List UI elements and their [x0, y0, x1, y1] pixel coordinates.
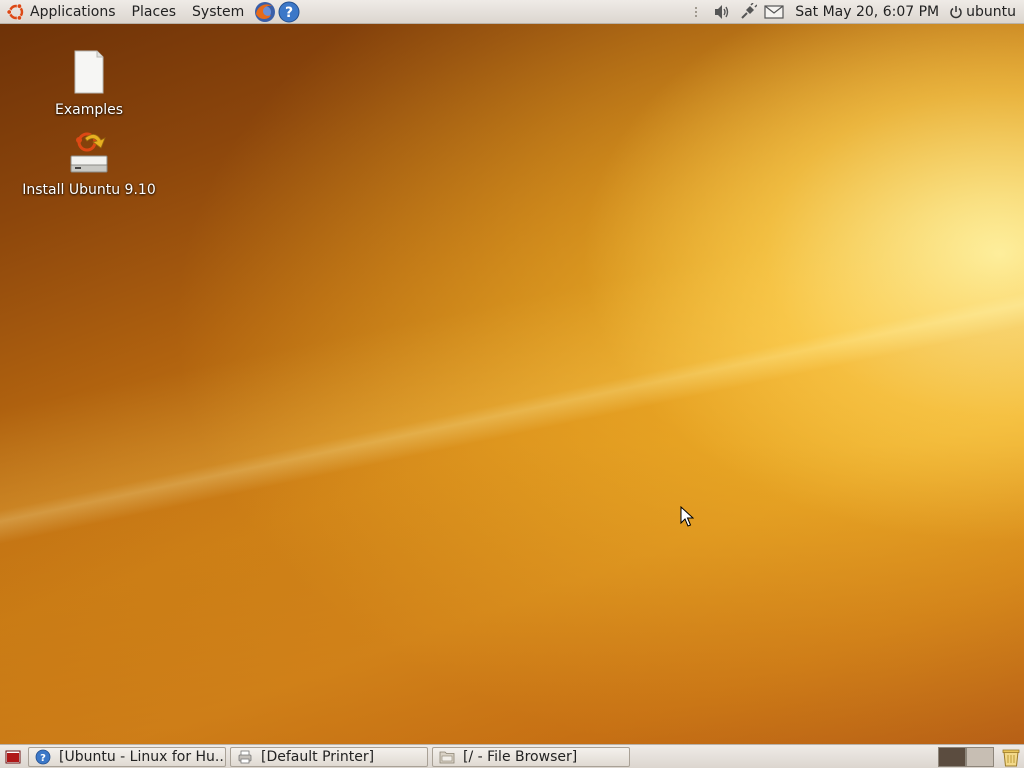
places-menu[interactable]: Places [124, 0, 185, 24]
tray-separator [685, 1, 707, 23]
wallpaper-shade [0, 444, 1024, 744]
clock[interactable]: Sat May 20, 6:07 PM [787, 4, 949, 20]
install-icon [70, 132, 108, 173]
help-icon: ? [35, 749, 51, 765]
desktop-icon-label: Examples [54, 102, 124, 118]
document-icon [74, 50, 104, 94]
workspace-switcher [938, 747, 994, 767]
power-icon [950, 6, 962, 19]
workspace-2[interactable] [966, 747, 994, 767]
help-launcher[interactable]: ? [278, 1, 300, 23]
desktop-background[interactable]: Examples Install Ubuntu 9.10 [0, 24, 1024, 744]
workspace-1[interactable] [938, 747, 966, 767]
show-desktop-icon [5, 750, 21, 763]
volume-button[interactable] [711, 1, 733, 23]
bottom-panel: ? [Ubuntu - Linux for Hu... [Default Pri… [0, 744, 1024, 768]
taskbar-button-file-browser[interactable]: [/ - File Browser] [432, 746, 630, 767]
separator-icon [695, 7, 698, 17]
user-menu[interactable]: ubuntu [949, 4, 1024, 20]
svg-text:?: ? [40, 753, 46, 764]
desktop-icon-install-ubuntu[interactable]: Install Ubuntu 9.10 [19, 128, 159, 198]
firefox-launcher[interactable] [254, 1, 276, 23]
mail-button[interactable] [763, 1, 785, 23]
mouse-cursor-icon [680, 506, 694, 527]
system-menu[interactable]: System [184, 0, 252, 24]
taskbar-label: [Ubuntu - Linux for Hu... [59, 748, 226, 765]
svg-text:?: ? [285, 5, 293, 21]
applications-menu[interactable]: Applications [0, 0, 124, 24]
volume-icon [715, 5, 729, 19]
ubuntu-logo-icon [6, 2, 24, 21]
printer-icon [237, 749, 253, 765]
applications-label: Applications [30, 3, 116, 20]
firefox-icon [255, 1, 276, 22]
user-name: ubuntu [966, 4, 1016, 20]
trash-button[interactable] [1000, 746, 1022, 768]
network-icon [741, 3, 758, 19]
desktop-icon-label: Install Ubuntu 9.10 [22, 182, 156, 198]
desktop-icon-examples[interactable]: Examples [19, 48, 159, 118]
main-menu: Applications Places System ? [0, 0, 300, 24]
mail-icon [764, 5, 784, 19]
taskbar-label: [/ - File Browser] [463, 748, 578, 765]
show-desktop-button[interactable] [2, 746, 24, 768]
trash-icon [1002, 749, 1020, 767]
taskbar-label: [Default Printer] [261, 748, 375, 765]
network-button[interactable] [737, 1, 759, 23]
taskbar-button-default-printer[interactable]: [Default Printer] [230, 746, 428, 767]
help-icon: ? [278, 1, 300, 22]
taskbar-button-ubuntu-help[interactable]: ? [Ubuntu - Linux for Hu... [28, 746, 226, 767]
notification-area: Sat May 20, 6:07 PM ubuntu [683, 0, 1024, 24]
top-panel: Applications Places System ? Sat May 20,… [0, 0, 1024, 24]
folder-icon [439, 749, 455, 765]
